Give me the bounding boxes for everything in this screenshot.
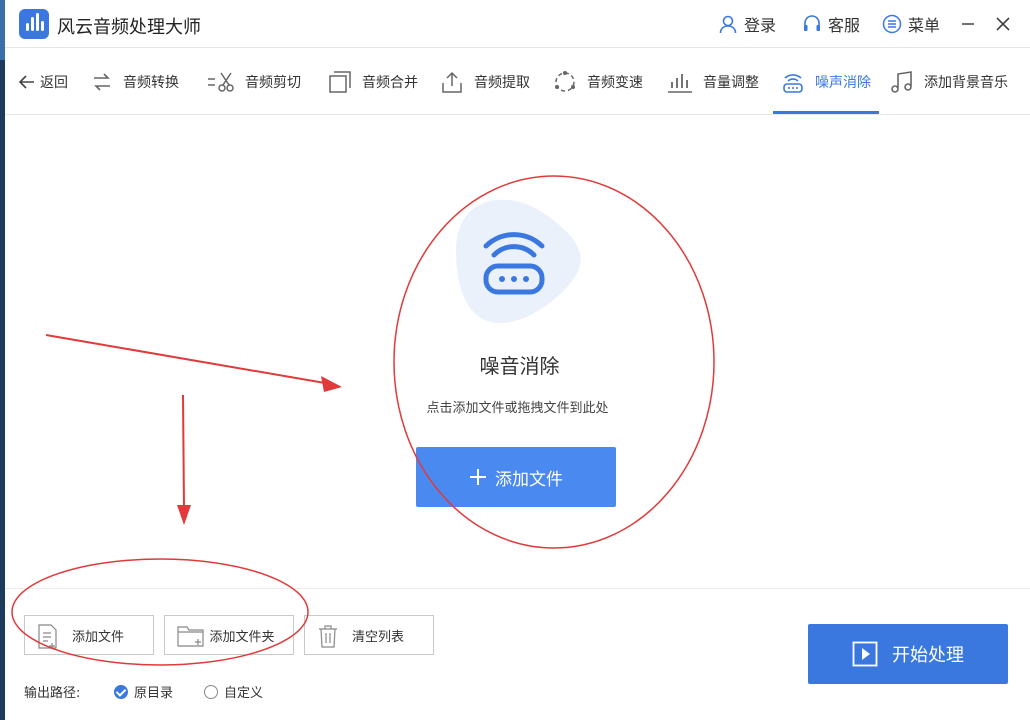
minimize-button[interactable] [956,12,980,36]
close-button[interactable] [991,12,1015,36]
headset-icon [804,15,820,31]
close-icon [996,17,1010,31]
tab-label: 噪声消除 [815,74,871,91]
upload-icon [442,71,462,93]
output-path-label: 输出路径: [24,686,81,701]
drop-hint: 点击添加文件或拖拽文件到此处 [426,401,609,416]
service-button[interactable]: 客服 [802,12,860,36]
service-label: 客服 [828,16,861,35]
tab-label: 音频提取 [474,74,530,91]
back-label: 返回 [40,74,68,91]
radio-unchecked-icon [204,684,218,699]
tab-audio-speed[interactable]: 音频变速 [553,49,643,114]
clear-list-label: 清空列表 [351,629,404,645]
minimize-icon [962,23,974,25]
tab-label: 音频转换 [123,74,179,91]
tab-label: 添加背景音乐 [924,74,1008,91]
annotation-arrow-line-2 [182,394,185,511]
add-file-main-label: 添加文件 [495,469,563,490]
volume-bars-icon [668,73,692,93]
speed-icon [555,70,575,92]
tab-audio-merge[interactable]: 音频合并 [328,49,418,114]
add-file-button[interactable]: 添加文件 [24,615,154,655]
menu-label: 菜单 [908,16,941,35]
tab-volume-adjust[interactable]: 音量调整 [667,49,759,114]
bottom-divider [5,588,1030,589]
music-note-icon [891,70,912,93]
start-process-button[interactable]: 开始处理 [808,624,1008,684]
app-logo-icon [19,9,49,39]
tab-label: 音频变速 [587,74,643,91]
merge-icon [329,70,351,93]
function-toolbar: 返回 音频转换 音频剪切 音频合并 音频提取 音频变速 音量调整 噪声消除 添加… [5,49,1030,115]
start-process-label: 开始处理 [892,645,964,666]
login-button[interactable]: 登录 [718,12,776,36]
drop-title: 噪音消除 [479,354,560,378]
add-file-label: 添加文件 [71,629,124,645]
title-bar: 风云音频处理大师 登录 客服 菜单 [5,0,1030,48]
play-icon [852,641,878,667]
tab-label: 音频剪切 [245,74,301,91]
app-title: 风云音频处理大师 [57,17,201,38]
tab-add-bgm[interactable]: 添加背景音乐 [890,49,1008,114]
tab-label: 音量调整 [703,74,759,91]
add-folder-button[interactable]: 添加文件夹 [164,615,294,655]
arrow-left-icon [18,74,34,89]
noise-removal-hero-icon [456,199,581,324]
tab-audio-cut[interactable]: 音频剪切 [207,49,301,114]
clear-list-button[interactable]: 清空列表 [304,615,434,655]
list-icon [882,14,902,34]
radio-custom-label: 自定义 [224,686,264,701]
tab-label: 音频合并 [362,74,418,91]
scissors-icon [208,72,234,92]
add-folder-label: 添加文件夹 [209,629,275,645]
radio-original-label: 原目录 [134,686,174,701]
annotation-arrowhead-2 [177,505,191,525]
back-button[interactable]: 返回 [18,49,68,114]
plus-icon [470,469,486,485]
tab-audio-extract[interactable]: 音频提取 [440,49,530,114]
add-file-main-button[interactable]: 添加文件 [416,447,616,507]
user-icon [719,15,737,34]
tab-noise-removal[interactable]: 噪声消除 [773,49,879,114]
noise-router-icon [783,73,803,93]
menu-button[interactable]: 菜单 [882,12,940,36]
radio-original-dir[interactable]: 原目录 [114,682,173,701]
radio-custom-dir[interactable]: 自定义 [204,682,263,701]
tab-audio-convert[interactable]: 音频转换 [91,49,179,114]
login-label: 登录 [744,16,777,35]
convert-icon [94,72,110,91]
radio-checked-icon [114,684,128,699]
